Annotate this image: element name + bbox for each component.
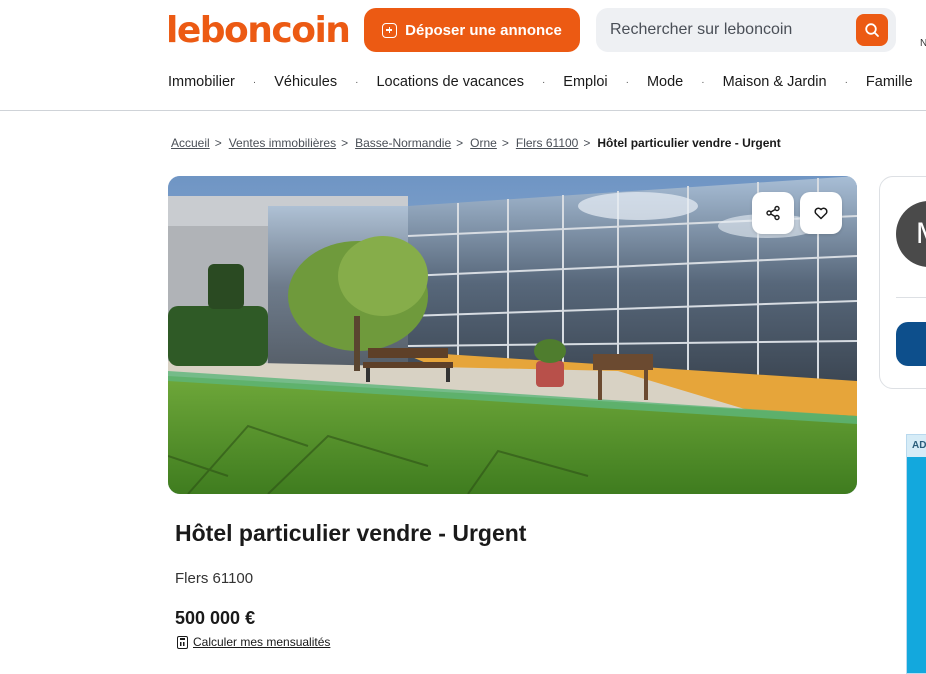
nav-item-vehicules[interactable]: Véhicules: [274, 74, 337, 90]
nav-item-mode[interactable]: Mode: [647, 74, 683, 90]
listing-title: Hôtel particulier vendre - Urgent: [175, 520, 527, 546]
seller-card: M: [879, 176, 926, 389]
calculate-payments-link[interactable]: Calculer mes mensualités: [177, 635, 330, 649]
contact-seller-button[interactable]: [896, 322, 926, 366]
breadcrumb-separator: >: [456, 136, 464, 150]
breadcrumb-link-orne[interactable]: Orne: [470, 136, 497, 150]
share-button[interactable]: [752, 192, 794, 234]
calculator-icon: [177, 635, 188, 649]
calculate-payments-label: Calculer mes mensualités: [193, 635, 331, 649]
breadcrumb-link-ventes-immobilieres[interactable]: Ventes immobilières: [229, 136, 336, 150]
breadcrumb-current: Hôtel particulier vendre - Urgent: [597, 136, 781, 150]
nav-separator: ·: [625, 76, 629, 88]
listing-price: 500 000 €: [175, 608, 256, 628]
nav-separator: ·: [252, 76, 257, 88]
nav-separator: ·: [701, 76, 705, 88]
nav-item-famille[interactable]: Famille: [866, 74, 913, 90]
seller-avatar[interactable]: M: [896, 201, 926, 267]
breadcrumb-separator: >: [341, 136, 349, 150]
nav-item-immobilier[interactable]: Immobilier: [168, 74, 235, 90]
search-input[interactable]: [610, 8, 850, 52]
nav-separator: ·: [844, 76, 848, 88]
advertisement[interactable]: AD: [906, 434, 926, 674]
nav-separator: ·: [355, 76, 359, 88]
category-nav: Immobilier · Véhicules · Locations de va…: [168, 74, 913, 90]
ad-label: AD: [907, 435, 926, 457]
nav-separator: ·: [541, 76, 546, 88]
nav-item-maison-jardin[interactable]: Maison & Jardin: [723, 74, 827, 90]
seller-card-divider: [896, 297, 926, 298]
post-ad-button[interactable]: Déposer une annonce: [364, 8, 580, 52]
site-header: leboncoin Déposer une annonce N Immobili…: [0, 0, 926, 111]
listing-location: Flers 61100: [175, 570, 254, 587]
search-button[interactable]: [856, 14, 888, 46]
header-account-link[interactable]: N: [920, 38, 926, 49]
listing-photo[interactable]: [168, 176, 857, 494]
breadcrumb-link-flers[interactable]: Flers 61100: [516, 136, 578, 150]
breadcrumb-separator: >: [214, 136, 222, 150]
breadcrumb-separator: >: [501, 136, 509, 150]
leboncoin-logo[interactable]: leboncoin: [166, 10, 351, 51]
nav-item-locations-vacances[interactable]: Locations de vacances: [376, 74, 524, 90]
plus-square-icon: [382, 22, 398, 38]
nav-item-emploi[interactable]: Emploi: [563, 74, 607, 90]
breadcrumb-link-basse-normandie[interactable]: Basse-Normandie: [355, 136, 451, 150]
search-icon: [865, 23, 879, 37]
favorite-button[interactable]: [800, 192, 842, 234]
breadcrumb-link-accueil[interactable]: Accueil: [171, 136, 210, 150]
breadcrumb: Accueil > Ventes immobilières > Basse-No…: [171, 136, 781, 150]
search-bar: [596, 8, 896, 52]
share-icon: [766, 205, 780, 221]
heart-icon: [814, 207, 828, 220]
breadcrumb-separator: >: [583, 136, 591, 150]
post-ad-label: Déposer une annonce: [405, 21, 562, 39]
